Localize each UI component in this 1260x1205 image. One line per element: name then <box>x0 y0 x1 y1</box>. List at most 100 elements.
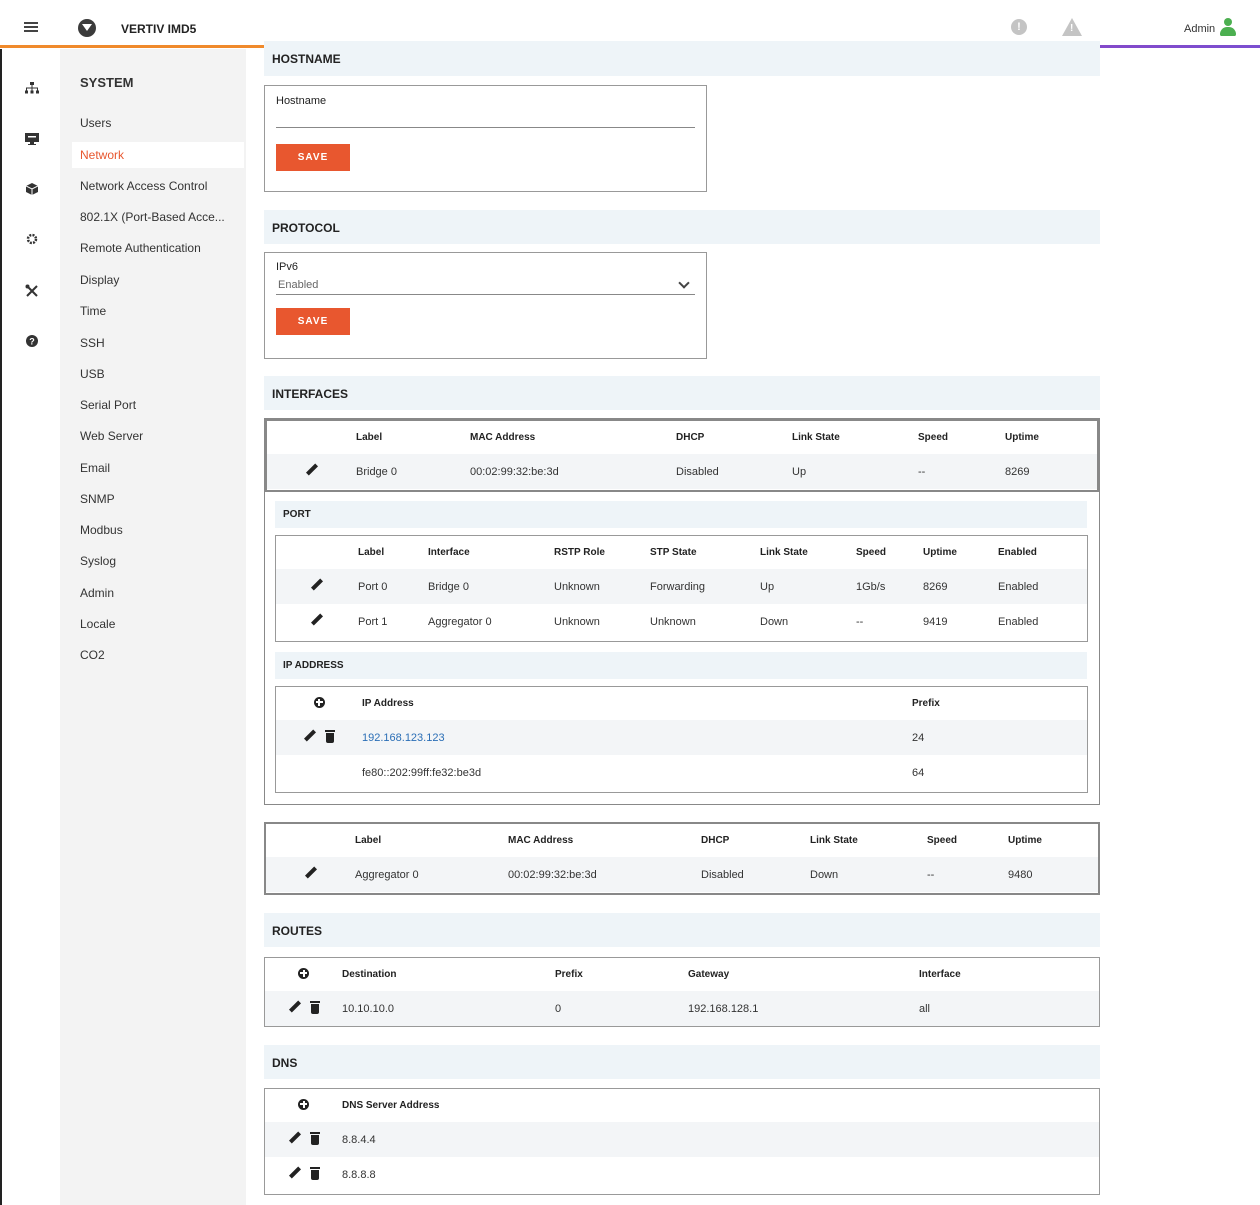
delete-trash-icon[interactable] <box>325 730 335 743</box>
dns-table-card: DNS Server Address 8.8.4.4 8.8.8.8 <box>264 1088 1100 1195</box>
ip-address-table: IP Address Prefix 192.168.123.123 24 fe8… <box>276 687 1087 790</box>
subnav-item-remote-authentication[interactable]: Remote Authentication <box>80 241 201 255</box>
delete-trash-icon[interactable] <box>309 1001 320 1014</box>
hostname-input-underline <box>276 127 695 128</box>
subnav-item-email[interactable]: Email <box>80 461 110 475</box>
table-cell: Port 0 <box>358 569 428 604</box>
column-header: Speed <box>918 432 949 443</box>
table-header-row: IP Address Prefix <box>276 687 1087 720</box>
edit-column-header <box>266 824 355 857</box>
table-header-row: Label MAC Address DHCP Link State Speed … <box>267 421 1097 454</box>
table-cell: 192.168.128.1 <box>688 991 919 1026</box>
port-table-card: Label Interface RSTP Role STP State Link… <box>275 535 1088 642</box>
column-header: MAC Address <box>470 432 536 443</box>
column-header: Prefix <box>555 969 583 980</box>
table-row[interactable]: 8.8.4.4 <box>265 1122 1099 1157</box>
table-cell: 8269 <box>1005 454 1097 489</box>
user-icon[interactable] <box>1219 18 1237 36</box>
subnav-item-time[interactable]: Time <box>80 304 106 318</box>
table-cell: Bridge 0 <box>428 569 554 604</box>
edit-pencil-icon[interactable] <box>304 866 318 880</box>
subnav-item-ssh[interactable]: SSH <box>80 336 105 350</box>
table-cell: -- <box>927 857 1008 892</box>
table-row[interactable]: Port 1 Aggregator 0 Unknown Unknown Down… <box>276 604 1087 639</box>
subnav-item-syslog[interactable]: Syslog <box>80 554 116 568</box>
add-route-icon[interactable] <box>298 967 309 979</box>
table-header-row: Destination Prefix Gateway Interface <box>265 958 1099 991</box>
monitor-icon[interactable] <box>2 133 62 148</box>
edit-pencil-icon[interactable] <box>310 578 324 592</box>
protocol-save-button[interactable]: SAVE <box>276 308 350 335</box>
hostname-save-button[interactable]: SAVE <box>276 144 350 171</box>
column-header: Label <box>356 432 383 443</box>
column-header: Enabled <box>998 547 1037 558</box>
subnav-item-serial-port[interactable]: Serial Port <box>80 398 136 412</box>
column-header: MAC Address <box>508 835 574 846</box>
subnav-item-users[interactable]: Users <box>80 116 111 130</box>
table-row: fe80::202:99ff:fe32:be3d 64 <box>276 755 1087 790</box>
subnav-item-display[interactable]: Display <box>80 273 119 287</box>
ipv6-select[interactable]: Enabled <box>278 279 318 291</box>
edit-pencil-icon[interactable] <box>310 613 324 627</box>
table-row[interactable]: Bridge 0 00:02:99:32:be:3d Disabled Up -… <box>267 454 1097 489</box>
table-cell: 9480 <box>1008 857 1098 892</box>
hostname-section-title: HOSTNAME <box>272 52 341 66</box>
hamburger-menu-icon[interactable] <box>24 22 38 32</box>
subnav-item-8021x[interactable]: 802.1X (Port-Based Acce... <box>80 210 225 224</box>
main-content: HOSTNAME Hostname SAVE PROTOCOL IPv6 Ena… <box>246 41 1260 1205</box>
table-cell: 8.8.8.8 <box>342 1168 376 1181</box>
table-row[interactable]: 8.8.8.8 <box>265 1157 1099 1192</box>
system-subnav: SYSTEM Users Network Network Access Cont… <box>60 49 246 1205</box>
add-ip-address-icon[interactable] <box>313 696 325 708</box>
subnav-item-locale[interactable]: Locale <box>80 617 115 631</box>
edit-pencil-icon[interactable] <box>305 463 319 477</box>
table-header-row: Label MAC Address DHCP Link State Speed … <box>266 824 1098 857</box>
ip-address-sub-title: IP ADDRESS <box>283 660 344 671</box>
table-cell: 64 <box>912 766 925 779</box>
edit-pencil-icon[interactable] <box>288 1131 302 1145</box>
delete-trash-icon[interactable] <box>309 1167 320 1180</box>
user-label[interactable]: Admin <box>1184 23 1215 35</box>
subnav-item-network-access-control[interactable]: Network Access Control <box>80 179 207 193</box>
alarm-icon[interactable]: ! <box>1011 19 1027 35</box>
edit-pencil-icon[interactable] <box>303 729 317 743</box>
warning-icon[interactable]: ! <box>1062 18 1082 36</box>
port-table: Label Interface RSTP Role STP State Link… <box>276 536 1087 639</box>
column-header: Uptime <box>923 547 957 558</box>
sitemap-icon[interactable] <box>2 82 62 97</box>
subnav-item-modbus[interactable]: Modbus <box>80 523 123 537</box>
add-dns-icon[interactable] <box>298 1098 309 1110</box>
subnav-item-admin[interactable]: Admin <box>80 586 114 600</box>
routes-section-header: ROUTES <box>264 913 1100 947</box>
subnav-item-network[interactable]: Network <box>72 142 244 168</box>
subnav-item-usb[interactable]: USB <box>80 367 105 381</box>
dns-table: DNS Server Address 8.8.4.4 8.8.8.8 <box>265 1089 1099 1192</box>
edit-pencil-icon[interactable] <box>288 1166 302 1180</box>
table-row[interactable]: 10.10.10.0 0 192.168.128.1 all <box>265 991 1099 1026</box>
cube-icon[interactable] <box>2 183 62 198</box>
table-row[interactable]: Aggregator 0 00:02:99:32:be:3d Disabled … <box>266 857 1098 892</box>
column-header: Speed <box>927 835 958 846</box>
table-cell: Aggregator 0 <box>355 857 508 892</box>
help-icon[interactable]: ? <box>2 335 62 350</box>
bridge-interface-card: Label MAC Address DHCP Link State Speed … <box>264 418 1100 805</box>
subnav-title: SYSTEM <box>80 75 134 90</box>
table-cell: -- <box>856 615 864 628</box>
routes-section-title: ROUTES <box>272 924 323 938</box>
subnav-item-co2[interactable]: CO2 <box>80 648 105 662</box>
subnav-item-web-server[interactable]: Web Server <box>80 429 143 443</box>
edit-pencil-icon[interactable] <box>288 1000 302 1014</box>
delete-trash-icon[interactable] <box>309 1132 320 1145</box>
routes-table-card: Destination Prefix Gateway Interface 10.… <box>264 957 1100 1027</box>
chevron-down-icon[interactable] <box>678 277 690 289</box>
table-cell: Unknown <box>554 569 650 604</box>
tools-icon[interactable] <box>2 284 62 301</box>
hostname-label: Hostname <box>276 95 327 107</box>
interfaces-section-title: INTERFACES <box>272 387 349 401</box>
table-row[interactable]: 192.168.123.123 24 <box>276 720 1087 755</box>
ip-address-link[interactable]: 192.168.123.123 <box>362 720 912 755</box>
table-cell: Disabled <box>701 857 810 892</box>
gear-icon[interactable] <box>2 233 62 248</box>
subnav-item-snmp[interactable]: SNMP <box>80 492 115 506</box>
table-row[interactable]: Port 0 Bridge 0 Unknown Forwarding Up 1G… <box>276 569 1087 604</box>
